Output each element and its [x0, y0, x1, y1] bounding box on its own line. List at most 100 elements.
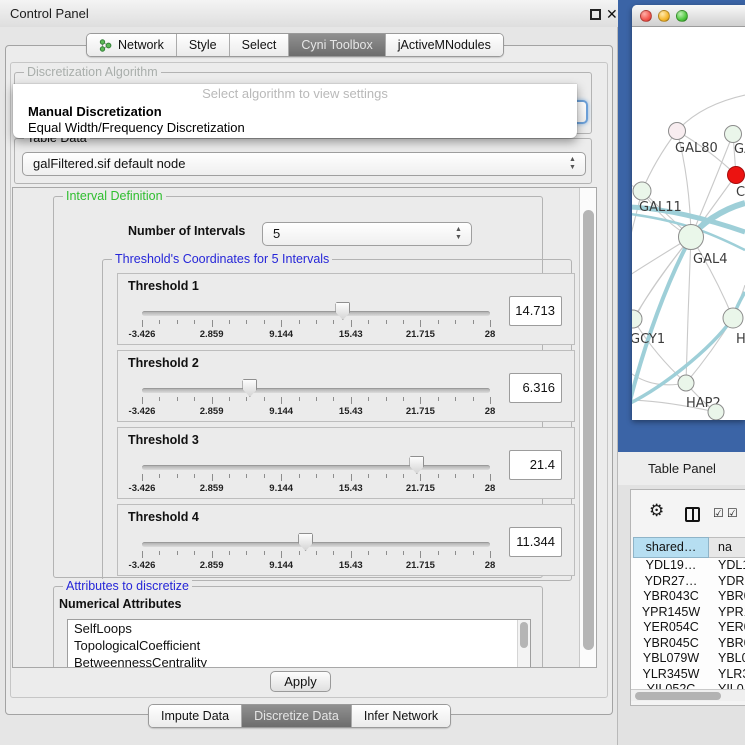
- cell-shared-name[interactable]: YBR043C: [633, 589, 709, 605]
- tab-infer-network[interactable]: Infer Network: [351, 705, 450, 727]
- slider-tick-label: 21.715: [406, 329, 435, 340]
- cell-shared-name[interactable]: YDR27…: [633, 574, 709, 590]
- network-node[interactable]: [632, 310, 642, 328]
- list-scrollbar[interactable]: [517, 620, 530, 668]
- combo-stepper-icon[interactable]: ▲▼: [568, 156, 577, 172]
- cell-shared-name[interactable]: YLR345W: [633, 667, 709, 683]
- network-node[interactable]: [669, 123, 686, 140]
- table-horizontal-scrollbar[interactable]: [631, 689, 745, 701]
- cell-shared-name[interactable]: YDL19…: [633, 558, 709, 574]
- network-window-titlebar[interactable]: [632, 5, 745, 27]
- cell-name[interactable]: YDR2: [709, 574, 745, 590]
- minimize-traffic-light-icon[interactable]: [658, 10, 670, 22]
- network-node[interactable]: [728, 167, 745, 184]
- slider-tick: [368, 474, 369, 478]
- tab-jactivemnodules[interactable]: jActiveMNodules: [385, 34, 503, 56]
- number-of-intervals-combobox[interactable]: 5 ▲▼: [262, 222, 472, 246]
- slider-ticks: -3.4262.8599.14415.4321.71528: [142, 551, 490, 573]
- slider-tick: [351, 551, 352, 558]
- cell-name[interactable]: YPR1: [709, 605, 745, 621]
- cell-name[interactable]: YLR3: [709, 667, 745, 683]
- cell-name[interactable]: YBR0: [709, 636, 745, 652]
- threshold-slider-thumb[interactable]: [298, 533, 313, 551]
- checkbox-icon[interactable]: ☑: [727, 506, 738, 520]
- table-row[interactable]: YIL052CYIL0: [631, 682, 745, 689]
- threshold-slider-thumb[interactable]: [242, 379, 257, 397]
- cell-name[interactable]: YDL1: [709, 558, 745, 574]
- table-row[interactable]: YBR043CYBR0: [631, 589, 745, 605]
- dropdown-item-manual-discretization[interactable]: Manual Discretization: [28, 104, 162, 120]
- cell-shared-name[interactable]: YIL052C: [633, 682, 709, 689]
- cell-shared-name[interactable]: YER054C: [633, 620, 709, 636]
- scrollbar-thumb[interactable]: [520, 622, 528, 648]
- attribute-list-item[interactable]: TopologicalCoefficient: [68, 637, 530, 654]
- slider-tick: [299, 551, 300, 555]
- threshold-slider-thumb[interactable]: [335, 302, 350, 320]
- close-icon[interactable]: ✕: [606, 5, 618, 23]
- pane-scrollbar[interactable]: [579, 188, 597, 667]
- slider-tick: [281, 320, 282, 327]
- cell-name[interactable]: YBL0: [709, 651, 745, 667]
- zoom-traffic-light-icon[interactable]: [676, 10, 688, 22]
- threshold-value-field[interactable]: 21.4: [509, 450, 562, 480]
- table-data-combobox[interactable]: galFiltered.sif default node ▲▼: [22, 152, 586, 176]
- checkbox-icon[interactable]: ☑: [713, 506, 724, 520]
- tab-discretize-data[interactable]: Discretize Data: [241, 705, 351, 727]
- threshold-slider-track[interactable]: [142, 388, 490, 393]
- close-traffic-light-icon[interactable]: [640, 10, 652, 22]
- slider-tick-label: 28: [485, 483, 496, 494]
- cell-shared-name[interactable]: YBL079W: [633, 651, 709, 667]
- tab-style[interactable]: Style: [176, 34, 229, 56]
- control-panel: Control Panel ✕ Network Style Select Cyn…: [0, 0, 618, 745]
- column-header-name[interactable]: na: [709, 537, 745, 558]
- scrollbar-thumb[interactable]: [635, 692, 721, 700]
- numerical-attributes-list[interactable]: SelfLoopsTopologicalCoefficientBetweenne…: [67, 619, 531, 668]
- table-row[interactable]: YDR27…YDR2: [631, 574, 745, 590]
- network-edge[interactable]: [642, 131, 677, 191]
- table-row[interactable]: YPR145WYPR1: [631, 605, 745, 621]
- network-node[interactable]: [678, 375, 694, 391]
- dropdown-item-equal-width-frequency[interactable]: Equal Width/Frequency Discretization: [28, 120, 245, 136]
- cell-name[interactable]: YBR0: [709, 589, 745, 605]
- threshold-value-field[interactable]: 6.316: [509, 373, 562, 403]
- threshold-slider-track[interactable]: [142, 542, 490, 547]
- network-edge[interactable]: [691, 237, 733, 318]
- attribute-list-item[interactable]: BetweennessCentrality: [68, 654, 530, 668]
- tab-impute-data[interactable]: Impute Data: [149, 705, 241, 727]
- network-node[interactable]: [679, 225, 704, 250]
- table-row[interactable]: YBL079WYBL0: [631, 651, 745, 667]
- threshold-slider-thumb[interactable]: [409, 456, 424, 474]
- table-row[interactable]: YDL19…YDL1: [631, 558, 745, 574]
- table-row[interactable]: YER054CYER0: [631, 620, 745, 636]
- threshold-value-field[interactable]: 14.713: [509, 296, 562, 326]
- float-window-icon[interactable]: [590, 9, 601, 20]
- threshold-value-field[interactable]: 11.344: [509, 527, 562, 557]
- apply-button[interactable]: Apply: [270, 671, 331, 692]
- cell-shared-name[interactable]: YBR045C: [633, 636, 709, 652]
- network-edge[interactable]: [633, 237, 691, 319]
- threshold-slider-track[interactable]: [142, 465, 490, 470]
- combo-stepper-icon[interactable]: ▲▼: [454, 226, 463, 242]
- scrollbar-thumb[interactable]: [583, 210, 594, 650]
- threshold-slider-track[interactable]: [142, 311, 490, 316]
- network-node[interactable]: [708, 404, 724, 420]
- tab-network[interactable]: Network: [87, 34, 176, 56]
- gear-icon[interactable]: ⚙: [649, 501, 664, 521]
- tab-cyni-toolbox[interactable]: Cyni Toolbox: [288, 34, 384, 56]
- cell-name[interactable]: YER0: [709, 620, 745, 636]
- network-node[interactable]: [725, 126, 742, 143]
- network-canvas[interactable]: GAL80GACGAL11GAL4GCY1HHAP2: [632, 27, 745, 420]
- slider-tick: [281, 551, 282, 558]
- table-row[interactable]: YBR045CYBR0: [631, 636, 745, 652]
- cell-shared-name[interactable]: YPR145W: [633, 605, 709, 621]
- tab-select[interactable]: Select: [229, 34, 289, 56]
- network-node[interactable]: [723, 308, 743, 328]
- network-node[interactable]: [633, 182, 651, 200]
- column-header-shared-name[interactable]: shared…: [633, 537, 709, 558]
- threshold-panel: Threshold 3-3.4262.8599.14415.4321.71528…: [117, 427, 575, 499]
- attribute-list-item[interactable]: SelfLoops: [68, 620, 530, 637]
- slider-tick: [229, 474, 230, 478]
- cell-name[interactable]: YIL0: [709, 682, 745, 689]
- table-row[interactable]: YLR345WYLR3: [631, 667, 745, 683]
- columns-icon[interactable]: [685, 507, 700, 522]
